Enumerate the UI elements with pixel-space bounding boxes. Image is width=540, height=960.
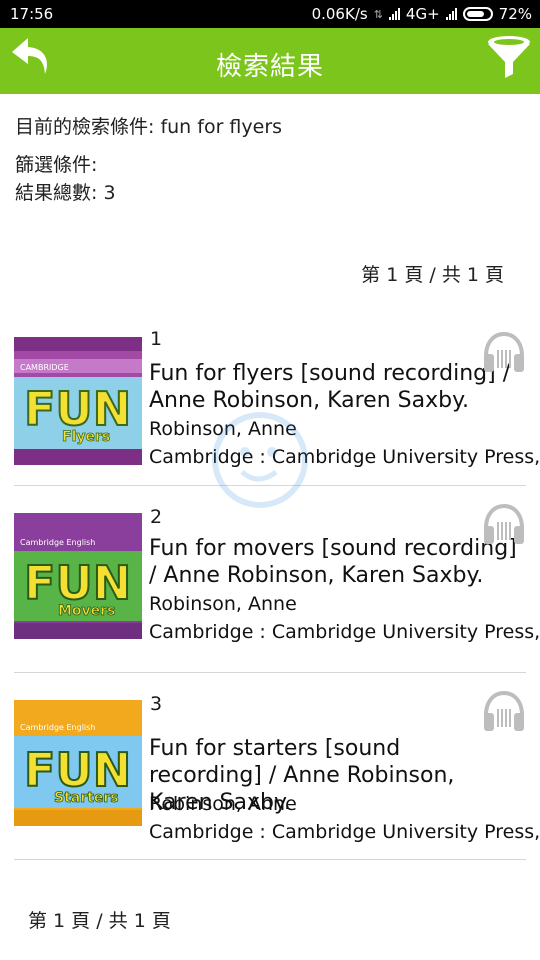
cover-sub: Movers — [58, 603, 115, 619]
result-item[interactable]: CAMBRIDGE FUN Flyers 1 Fun for flyers [s… — [14, 312, 540, 486]
battery-icon — [462, 7, 493, 21]
signal-icon-2 — [445, 8, 457, 20]
filter-condition-line: 篩選條件: — [15, 154, 98, 176]
cover-brand: CAMBRIDGE — [20, 363, 69, 372]
result-publisher: Cambridge : Cambridge University Press, — [149, 821, 540, 843]
result-index: 2 — [150, 506, 163, 528]
signal-icon — [388, 8, 400, 20]
result-author: Robinson, Anne — [149, 593, 297, 615]
pagination-top: 第 1 頁 / 共 1 頁 — [361, 264, 504, 286]
result-author: Robinson, Anne — [149, 418, 297, 440]
network-type: 4G+ — [405, 5, 440, 23]
result-author: Robinson, Anne — [149, 793, 297, 815]
cover-word: FUN — [24, 556, 131, 610]
data-arrows-icon: ⇅ — [373, 7, 383, 21]
cover-word: FUN — [24, 382, 131, 436]
result-index: 3 — [150, 693, 163, 715]
status-bar: 17:56 0.06K/s ⇅ 4G+ 72% — [0, 0, 540, 28]
pagination-bottom: 第 1 頁 / 共 1 頁 — [28, 910, 171, 932]
book-cover: Cambridge English FUN Starters — [14, 700, 142, 828]
status-indicators: 0.06K/s ⇅ 4G+ 72% — [312, 5, 532, 23]
result-publisher: Cambridge : Cambridge University Press, — [149, 446, 540, 468]
headphones-icon[interactable] — [482, 689, 526, 733]
cover-brand: Cambridge English — [20, 723, 95, 732]
cover-sub: Flyers — [62, 429, 110, 445]
result-item[interactable]: Cambridge English FUN Starters 3 Fun for… — [14, 673, 540, 860]
battery-level: 72% — [498, 5, 532, 23]
book-cover: CAMBRIDGE FUN Flyers — [14, 337, 142, 465]
result-count-line: 結果總數: 3 — [15, 182, 116, 204]
cover-brand: Cambridge English — [20, 538, 95, 547]
result-publisher: Cambridge : Cambridge University Press, — [149, 621, 540, 643]
result-title[interactable]: Fun for movers [sound recording] / Anne … — [149, 535, 519, 589]
search-query-line: 目前的檢索條件: fun for flyers — [15, 116, 283, 138]
result-title[interactable]: Fun for flyers [sound recording] / Anne … — [149, 360, 519, 414]
filter-button[interactable] — [486, 34, 532, 82]
headphones-icon[interactable] — [482, 330, 526, 374]
status-time: 17:56 — [10, 5, 54, 23]
page-title: 檢索結果 — [215, 52, 324, 82]
cover-word: FUN — [24, 743, 131, 797]
filter-funnel-icon — [488, 36, 530, 78]
app-bar: 檢索結果 — [0, 28, 540, 94]
book-cover: Cambridge English FUN Movers — [14, 513, 142, 641]
result-index: 1 — [150, 328, 163, 350]
headphones-icon[interactable] — [482, 502, 526, 546]
result-item[interactable]: Cambridge English FUN Movers 2 Fun for m… — [14, 486, 540, 673]
cover-sub: Starters — [54, 790, 119, 806]
network-speed: 0.06K/s — [311, 5, 368, 23]
